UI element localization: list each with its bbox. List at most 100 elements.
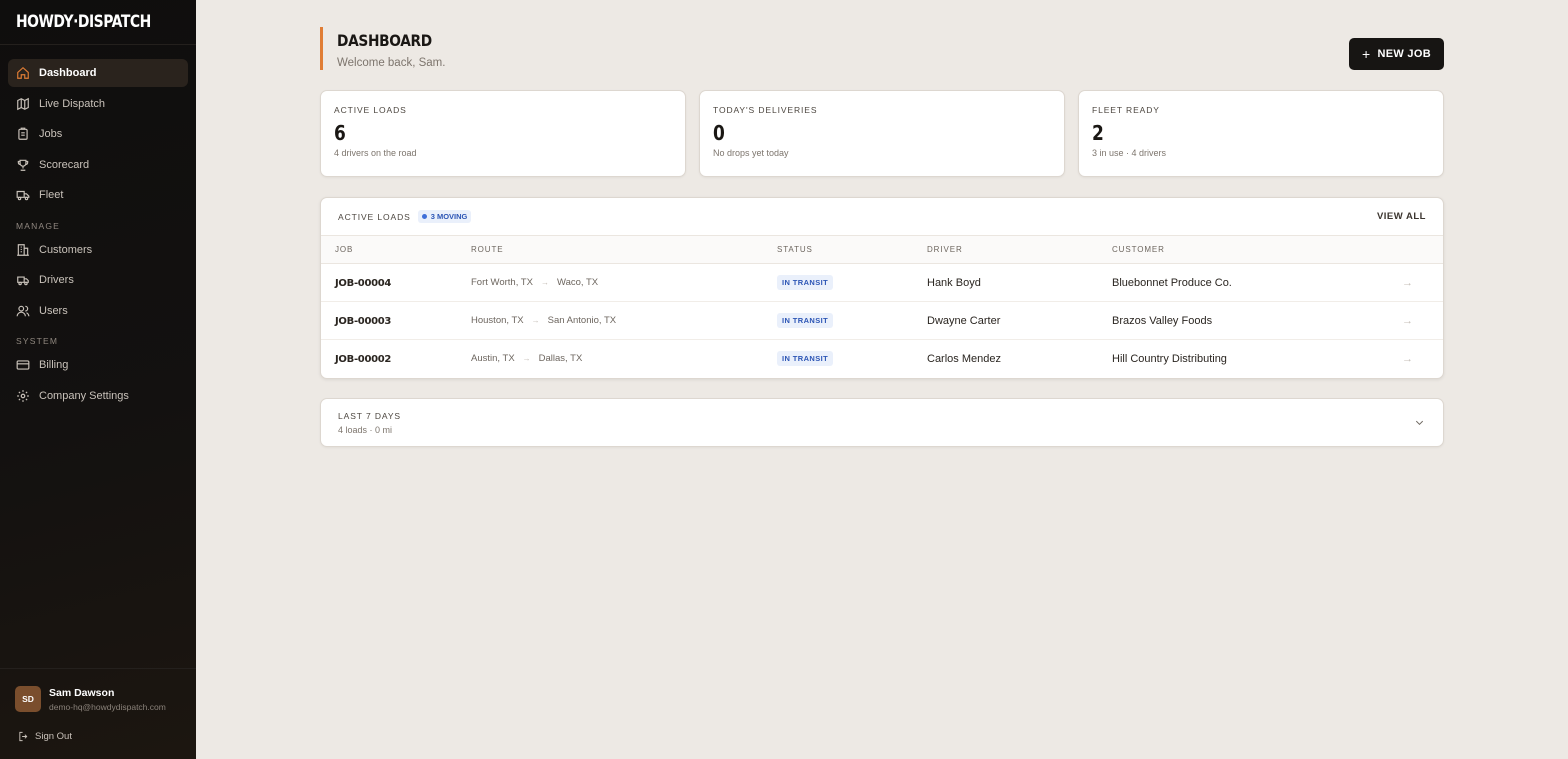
customer-name: Bluebonnet Produce Co. <box>1112 263 1372 302</box>
table-row[interactable]: JOB-00003 Houston, TX → San Antonio, TX IN… <box>321 301 1443 340</box>
stat-label: ACTIVE LOADS <box>334 105 407 115</box>
trophy-icon <box>17 159 29 171</box>
active-loads-table: JOB ROUTE STATUS DRIVER CUSTOMER JOB-000… <box>321 235 1443 378</box>
gear-icon <box>17 389 29 402</box>
column-header-action <box>1372 235 1443 264</box>
route-to: Waco, TX <box>556 277 599 288</box>
new-job-label: NEW JOB <box>1377 48 1431 60</box>
building-icon <box>17 243 29 256</box>
route-arrow-icon: → <box>540 278 549 287</box>
route-to: San Antonio, TX <box>547 315 617 326</box>
column-header-route: ROUTE <box>471 235 777 264</box>
nav-section-manage: MANAGE <box>16 220 61 231</box>
user-text: Sam Dawson demo-hq@howdydispatch.com <box>49 687 166 712</box>
status-badge: IN TRANSIT <box>777 275 834 290</box>
map-icon <box>17 97 29 110</box>
row-arrow-icon[interactable]: → <box>1372 301 1443 340</box>
stat-sub: 4 drivers on the road <box>334 148 417 158</box>
stat-label: TODAY'S DELIVERIES <box>713 105 818 115</box>
column-header-driver: DRIVER <box>927 235 1112 264</box>
stat-card-fleet-ready: FLEET READY 2 3 in use · 4 drivers <box>1078 90 1444 177</box>
stat-value: 6 <box>334 121 346 145</box>
job-id: JOB-00004 <box>335 277 392 289</box>
driver-name: Hank Boyd <box>927 263 1112 302</box>
stat-value: 0 <box>713 121 725 145</box>
moving-dot-icon <box>421 214 427 219</box>
users-icon <box>16 305 30 316</box>
sign-out-label: Sign Out <box>35 731 72 742</box>
sidebar-item-label: Scorecard <box>39 158 90 171</box>
row-arrow-icon[interactable]: → <box>1372 340 1443 378</box>
active-loads-title: ACTIVE LOADS <box>338 211 411 222</box>
route: Austin, TX → Dallas, TX <box>471 353 777 364</box>
route: Houston, TX → San Antonio, TX <box>471 315 777 326</box>
nav-section-system: SYSTEM <box>16 336 59 346</box>
job-id: JOB-00002 <box>335 353 392 365</box>
sign-out-button[interactable]: Sign Out <box>0 712 196 742</box>
sidebar-item-drivers[interactable]: Drivers <box>8 266 188 294</box>
route-arrow-icon: → <box>531 316 540 325</box>
sidebar-item-label: Jobs <box>39 128 63 140</box>
stat-sub: No drops yet today <box>713 148 789 158</box>
active-loads-header: ACTIVE LOADS 3 MOVING VIEW ALL <box>321 198 1443 235</box>
sidebar-item-fleet[interactable]: Fleet <box>8 181 188 209</box>
sidebar-item-label: Live Dispatch <box>39 97 106 110</box>
driver-name: Dwayne Carter <box>927 301 1112 340</box>
user-email: demo-hq@howdydispatch.com <box>49 701 166 712</box>
stat-card-active-loads: ACTIVE LOADS 6 4 drivers on the road <box>320 90 686 177</box>
user-profile[interactable]: SD Sam Dawson demo-hq@howdydispatch.com <box>0 669 196 712</box>
row-arrow-icon[interactable]: → <box>1372 263 1443 302</box>
table-row[interactable]: JOB-00002 Austin, TX → Dallas, TX IN TRANS… <box>321 340 1443 378</box>
view-all-link[interactable]: VIEW ALL <box>1377 211 1426 222</box>
sidebar-item-label: Company Settings <box>39 389 129 402</box>
sidebar-item-users[interactable]: Users <box>8 297 188 325</box>
sidebar-item-live-dispatch[interactable]: Live Dispatch <box>8 90 188 118</box>
home-icon <box>17 66 29 79</box>
customer-name: Brazos Valley Foods <box>1112 301 1372 340</box>
sidebar-item-customers[interactable]: Customers <box>8 236 188 264</box>
page-title: DASHBOARD <box>337 31 432 50</box>
avatar: SD <box>15 686 41 712</box>
route-from: Austin, TX <box>471 353 515 365</box>
sidebar-item-label: Dashboard <box>39 67 97 79</box>
last-7-days-title: LAST 7 DAYS <box>338 411 401 421</box>
stat-label: FLEET READY <box>1092 105 1160 115</box>
welcome-text: Welcome back, Sam. <box>337 57 446 69</box>
page-header: DASHBOARD Welcome back, Sam. <box>320 27 447 70</box>
moving-badge-label: 3 MOVING <box>430 212 468 221</box>
stat-card-todays-deliveries: TODAY'S DELIVERIES 0 No drops yet today <box>699 90 1065 177</box>
stat-sub: 3 in use · 4 drivers <box>1092 148 1167 158</box>
credit-card-icon <box>16 360 30 370</box>
customer-name: Hill Country Distributing <box>1112 352 1227 365</box>
sidebar-item-company-settings[interactable]: Company Settings <box>8 382 188 410</box>
route-arrow-icon: → <box>522 354 531 364</box>
table-row[interactable]: JOB-00004 Fort Worth, TX → Waco, TX IN TRA… <box>321 263 1443 302</box>
last-7-days-panel[interactable]: LAST 7 DAYS 4 loads · 0 mi <box>320 398 1444 447</box>
last-7-days-summary: 4 loads · 0 mi <box>338 425 393 435</box>
job-id: JOB-00003 <box>335 315 392 327</box>
sidebar-item-billing[interactable]: Billing <box>8 351 188 379</box>
status-badge: IN TRANSIT <box>777 351 834 367</box>
sidebar-nav: Dashboard Live Dispatch Jobs Scorecard F… <box>0 45 196 410</box>
sidebar-item-scorecard[interactable]: Scorecard <box>8 151 188 179</box>
driver-name: Carlos Mendez <box>927 352 1001 365</box>
status-badge: IN TRANSIT <box>777 313 834 328</box>
table-header-row: JOB ROUTE STATUS DRIVER CUSTOMER <box>321 235 1443 264</box>
sidebar-item-label: Customers <box>39 243 93 256</box>
logo[interactable]: HOWDY·DISPATCH <box>0 0 196 45</box>
sidebar-item-jobs[interactable]: Jobs <box>8 120 188 148</box>
sidebar-item-label: Users <box>39 304 68 317</box>
sidebar-item-dashboard[interactable]: Dashboard <box>8 59 188 87</box>
route-from: Houston, TX <box>471 315 524 326</box>
route-from: Fort Worth, TX <box>471 277 533 288</box>
sidebar-item-label: Billing <box>39 359 69 371</box>
sign-out-icon <box>19 731 28 742</box>
sidebar-item-label: Drivers <box>39 274 74 286</box>
sidebar: HOWDY·DISPATCH Dashboard Live Dispatch J… <box>0 0 196 759</box>
new-job-button[interactable]: + NEW JOB <box>1349 38 1444 70</box>
user-name: Sam Dawson <box>49 686 115 699</box>
active-loads-panel: ACTIVE LOADS 3 MOVING VIEW ALL JOB ROUTE… <box>320 197 1444 379</box>
driver-icon <box>17 276 29 286</box>
stat-value: 2 <box>1092 121 1104 145</box>
user-block: SD Sam Dawson demo-hq@howdydispatch.com … <box>0 668 196 759</box>
